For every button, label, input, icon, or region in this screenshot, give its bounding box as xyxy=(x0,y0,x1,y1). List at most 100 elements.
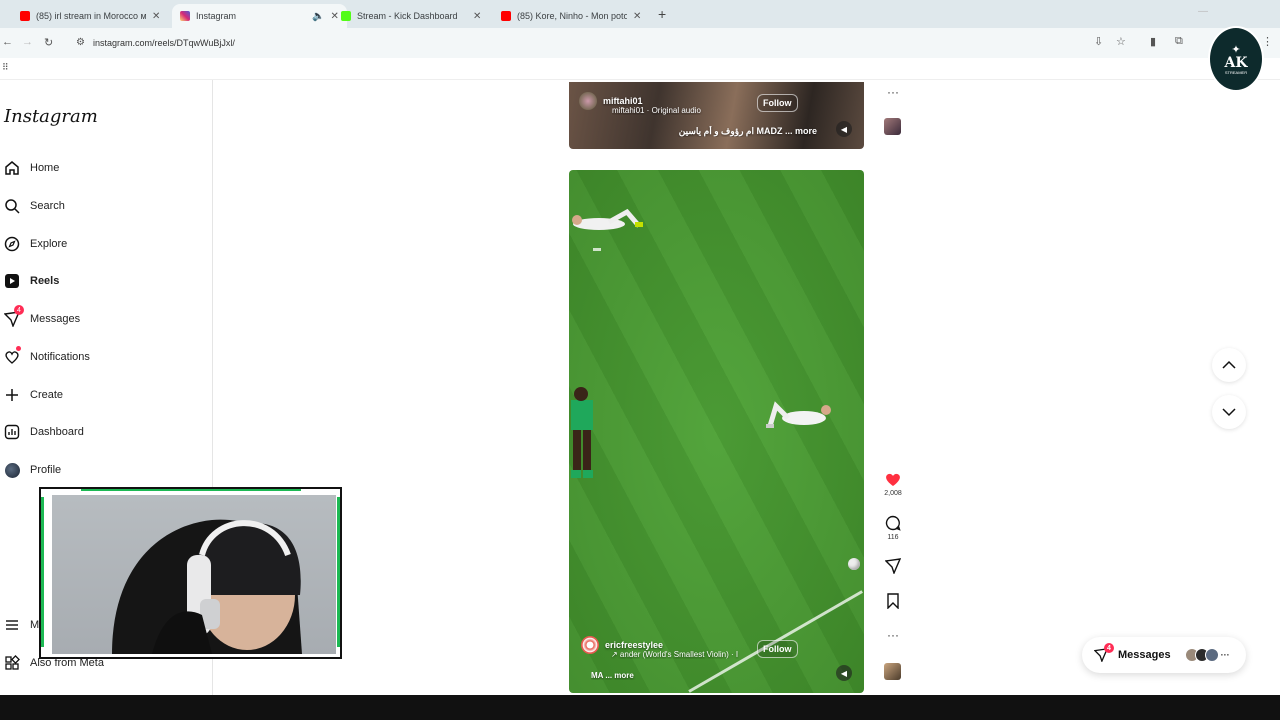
audio-thumbnail[interactable] xyxy=(884,663,901,680)
messenger-icon: 4 xyxy=(1094,643,1114,662)
frame-accent xyxy=(41,497,44,647)
player-standing xyxy=(571,387,593,478)
messenger-icon: 4 xyxy=(1,305,24,330)
message-badge: 4 xyxy=(14,305,24,315)
share-icon xyxy=(885,558,901,574)
close-icon[interactable]: ✕ xyxy=(152,11,160,22)
share-button[interactable] xyxy=(880,558,906,574)
sidebar-item-label: Home xyxy=(30,162,60,174)
bookmarks-bar: ⠿ xyxy=(0,58,1280,80)
dashboard-icon xyxy=(1,421,23,443)
instagram-logo[interactable]: Instagram xyxy=(4,106,98,127)
audio-thumbnail[interactable] xyxy=(884,118,901,135)
follow-button[interactable]: Follow xyxy=(757,640,798,658)
new-tab-button[interactable]: + xyxy=(658,6,666,22)
messages-label: Messages xyxy=(1118,649,1171,661)
reel-audio[interactable]: ↗ ander (World's Smallest Violin) · I xyxy=(611,650,741,659)
save-button[interactable] xyxy=(880,593,906,609)
puzzle-icon[interactable]: ⧉ xyxy=(1175,35,1183,48)
mute-icon[interactable]: ◀ xyxy=(836,121,852,137)
mute-icon[interactable]: ◀ xyxy=(836,665,852,681)
youtube-icon xyxy=(20,11,30,21)
reel-caption[interactable]: ام رؤوف و أم ياسين MADZ ... more xyxy=(677,126,817,137)
sidebar-item-search[interactable]: Search xyxy=(0,192,200,220)
streamer-figure xyxy=(112,519,302,654)
reel-author-avatar xyxy=(579,92,597,110)
bookmark-icon xyxy=(887,593,899,609)
extension-icon[interactable]: ▮ xyxy=(1150,35,1156,48)
close-icon[interactable]: ✕ xyxy=(473,11,481,22)
reload-icon[interactable]: ↻ xyxy=(44,36,53,49)
forward-icon[interactable]: → xyxy=(22,36,33,48)
star-icon[interactable]: ☆ xyxy=(1116,35,1126,48)
reel-previous[interactable]: miftahi01 miftahi01 · Original audio Fol… xyxy=(569,82,864,149)
avatar xyxy=(4,462,20,478)
sidebar-item-profile[interactable]: Profile xyxy=(0,456,200,484)
tab-youtube-music[interactable]: (85) Kore, Ninho - Mon poto (C ✕ xyxy=(493,4,649,28)
address-bar[interactable]: ⚙ instagram.com/reels/DTqwWuBjJxl/ xyxy=(68,32,1142,53)
meta-apps-icon xyxy=(1,652,23,674)
back-icon[interactable]: ← xyxy=(2,36,13,48)
recent-chats xyxy=(1184,648,1219,662)
tab-kick-dashboard[interactable]: Stream - Kick Dashboard ✕ xyxy=(333,4,489,28)
sidebar-item-reels[interactable]: Reels xyxy=(0,267,200,295)
url-text: instagram.com/reels/DTqwWuBjJxl/ xyxy=(92,37,235,48)
sidebar-item-dashboard[interactable]: Dashboard xyxy=(0,418,200,446)
notification-dot xyxy=(16,346,21,351)
streamer-webcam xyxy=(39,487,342,659)
comment-count: 116 xyxy=(887,534,899,541)
next-reel-button[interactable] xyxy=(1212,395,1246,429)
reel-caption[interactable]: MA ... more xyxy=(591,671,671,680)
install-icon[interactable]: ⇩ xyxy=(1094,35,1103,48)
reel-username[interactable]: ericfreestylee xyxy=(605,640,663,650)
screen: (85) irl stream in Morocco ᴍᴀ S ✕ Instag… xyxy=(0,0,1280,720)
instagram-icon xyxy=(180,11,190,21)
frame-accent xyxy=(81,489,301,491)
menu-icon[interactable]: ⋮ xyxy=(1262,35,1273,48)
kick-icon xyxy=(341,11,351,21)
frame-accent xyxy=(337,497,340,647)
minimize-icon[interactable]: — xyxy=(1198,6,1208,17)
sidebar-item-label: Explore xyxy=(30,238,68,250)
tab-title: Instagram xyxy=(196,11,237,21)
chevron-up-icon xyxy=(1222,360,1236,369)
site-info-icon[interactable]: ⚙ xyxy=(76,37,85,48)
letterbox-bar xyxy=(0,695,1280,720)
plus-icon xyxy=(1,384,23,406)
ball xyxy=(848,558,860,570)
sidebar-item-label: Create xyxy=(30,389,64,401)
follow-button[interactable]: Follow xyxy=(757,94,798,112)
more-options-icon[interactable]: ··· xyxy=(880,85,906,99)
sidebar-item-label: Notifications xyxy=(30,351,90,363)
sidebar-item-home[interactable]: Home xyxy=(0,154,200,182)
webcam-feed xyxy=(52,495,336,654)
speaker-icon[interactable]: 🔈 xyxy=(312,11,324,22)
heart-filled-icon xyxy=(886,473,900,486)
sidebar-item-create[interactable]: Create xyxy=(0,381,200,409)
close-icon[interactable]: ✕ xyxy=(633,11,641,22)
chevron-down-icon xyxy=(1222,408,1236,417)
sidebar-item-label: Search xyxy=(30,200,65,212)
like-count: 2,008 xyxy=(884,490,902,497)
reel-username[interactable]: miftahi01 xyxy=(603,96,643,106)
tab-title: Stream - Kick Dashboard xyxy=(357,11,458,21)
reel-current[interactable]: ericfreestylee ↗ ander (World's Smallest… xyxy=(569,170,864,693)
player-lying-1 xyxy=(572,208,643,230)
tab-title: (85) irl stream in Morocco ᴍᴀ S xyxy=(36,11,146,21)
more-options-icon[interactable]: ··· xyxy=(880,628,906,642)
tab-title: (85) Kore, Ninho - Mon poto (C xyxy=(517,11,627,21)
apps-icon[interactable]: ⠿ xyxy=(2,62,9,73)
eagle-icon: ✦ xyxy=(1231,43,1241,56)
sidebar-item-explore[interactable]: Explore xyxy=(0,230,200,258)
tab-youtube-stream[interactable]: (85) irl stream in Morocco ᴍᴀ S ✕ xyxy=(12,4,168,28)
messages-pill[interactable]: 4 Messages ··· xyxy=(1082,637,1246,673)
comment-button[interactable]: 116 xyxy=(880,515,906,541)
previous-reel-button[interactable] xyxy=(1212,348,1246,382)
reel-audio[interactable]: miftahi01 · Original audio xyxy=(612,106,742,115)
streamer-logo: ✦ AK STREAMER xyxy=(1208,26,1264,92)
sidebar-item-notifications[interactable]: Notifications xyxy=(0,343,200,371)
sidebar-item-messages[interactable]: 4 Messages xyxy=(0,305,200,333)
like-button[interactable]: 2,008 xyxy=(880,472,906,497)
tab-instagram[interactable]: Instagram 🔈 ✕ xyxy=(172,4,347,28)
comment-icon xyxy=(885,515,901,531)
